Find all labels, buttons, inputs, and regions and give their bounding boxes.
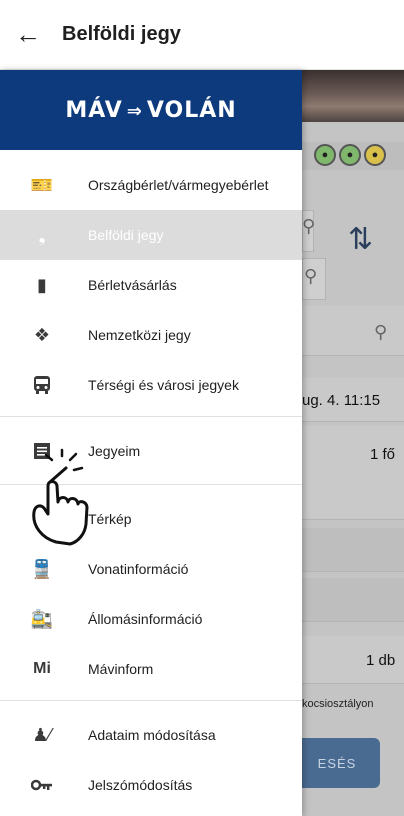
train-mode-icon[interactable]: ● — [339, 144, 361, 166]
bus-mode-icon[interactable]: ● — [364, 144, 386, 166]
tap-hand-icon — [32, 448, 89, 546]
mav-volan-logo: MÁV ⇒ VOLÁN — [65, 97, 237, 123]
station-info-icon: 🚉 — [30, 608, 54, 629]
ticket-pass-icon: 🎫 — [30, 174, 54, 195]
arrow-left-icon: ← — [15, 19, 41, 49]
menu-item-belfoldi-jegy[interactable]: ❟ Belföldi jegy — [0, 210, 302, 260]
menu-item-label: Bérletvásárlás — [88, 277, 177, 293]
menu-item-berletvasarlas[interactable]: ▮ Bérletvásárlás — [0, 260, 302, 310]
header-photo — [302, 70, 404, 122]
user-edit-icon: ♟⁄ — [32, 724, 52, 745]
option-row[interactable] — [302, 578, 404, 622]
class-label: kocsiosztályon — [302, 698, 374, 710]
menu-item-mavinform[interactable]: Mi Mávinform — [0, 644, 302, 694]
ticket-icon: ❟ — [38, 224, 46, 245]
menu-item-label: Nemzetközi jegy — [88, 327, 191, 343]
menu-item-jelszomodositas[interactable]: Jelszómódosítás — [0, 760, 302, 810]
search-icon: ⚲ — [302, 216, 316, 236]
passenger-count: 1 fő — [370, 446, 396, 463]
menu-item-label: Állomásinformáció — [88, 611, 203, 627]
menu-divider — [0, 416, 302, 417]
menu-divider — [0, 700, 302, 701]
count-value: 1 db — [366, 652, 396, 669]
menu-item-orszagberlet[interactable]: 🎫 Országbérlet/vármegyebérlet — [0, 160, 302, 210]
menu-item-label: Vonatinformáció — [88, 561, 189, 577]
background-content: ● ● ● ⚲ ⚲ ⇅ ⚲ ug. 4. 11:15 1 fő 1 db koc… — [302, 70, 404, 816]
international-ticket-icon: ❖ — [33, 324, 51, 345]
search-button[interactable]: ESÉS — [302, 738, 380, 788]
menu-item-label: Mávinform — [88, 661, 154, 677]
navigation-drawer: MÁV ⇒ VOLÁN 🎫 Országbérlet/vármegyebérlet … — [0, 70, 302, 816]
menu-item-nemzetkozi-jegy[interactable]: ❖ Nemzetközi jegy — [0, 310, 302, 360]
menu-item-label: Belföldi jegy — [88, 227, 164, 243]
menu-item-label: Térségi és városi jegyek — [88, 377, 239, 393]
menu-item-tersegi-jegyek[interactable]: Térségi és városi jegyek — [0, 360, 302, 410]
menu-item-label: Jelszómódosítás — [88, 777, 193, 793]
train-mode-icon[interactable]: ● — [314, 144, 336, 166]
swap-icon[interactable]: ⇅ — [348, 222, 373, 257]
pass-icon: ▮ — [37, 274, 47, 295]
menu-item-allomasinformacio[interactable]: 🚉 Állomásinformáció — [0, 594, 302, 644]
passenger-row[interactable] — [302, 426, 404, 520]
menu-item-label: Adataim módosítása — [88, 727, 216, 743]
option-row[interactable] — [302, 528, 404, 572]
search-icon: ⚲ — [304, 266, 318, 286]
date-value: ug. 4. 11:15 — [302, 392, 381, 409]
search-icon: ⚲ — [374, 322, 388, 342]
train-info-icon: 🚆 — [30, 558, 54, 579]
key-icon — [28, 773, 56, 797]
screen: ← Belföldi jegy ● ● ● ⚲ ⚲ ⇅ ⚲ ug. 4. 11:… — [0, 0, 404, 816]
mavinform-icon: Mi — [33, 660, 51, 677]
back-button[interactable]: ← — [0, 0, 56, 70]
bus-icon — [28, 373, 56, 397]
menu-item-label: Országbérlet/vármegyebérlet — [88, 177, 269, 193]
via-field[interactable] — [302, 306, 404, 356]
drawer-header: MÁV ⇒ VOLÁN — [0, 70, 302, 150]
top-app-bar: ← Belföldi jegy — [0, 0, 404, 70]
menu-item-adataim[interactable]: ♟⁄ Adataim módosítása — [0, 710, 302, 760]
page-title: Belföldi jegy — [62, 23, 181, 45]
